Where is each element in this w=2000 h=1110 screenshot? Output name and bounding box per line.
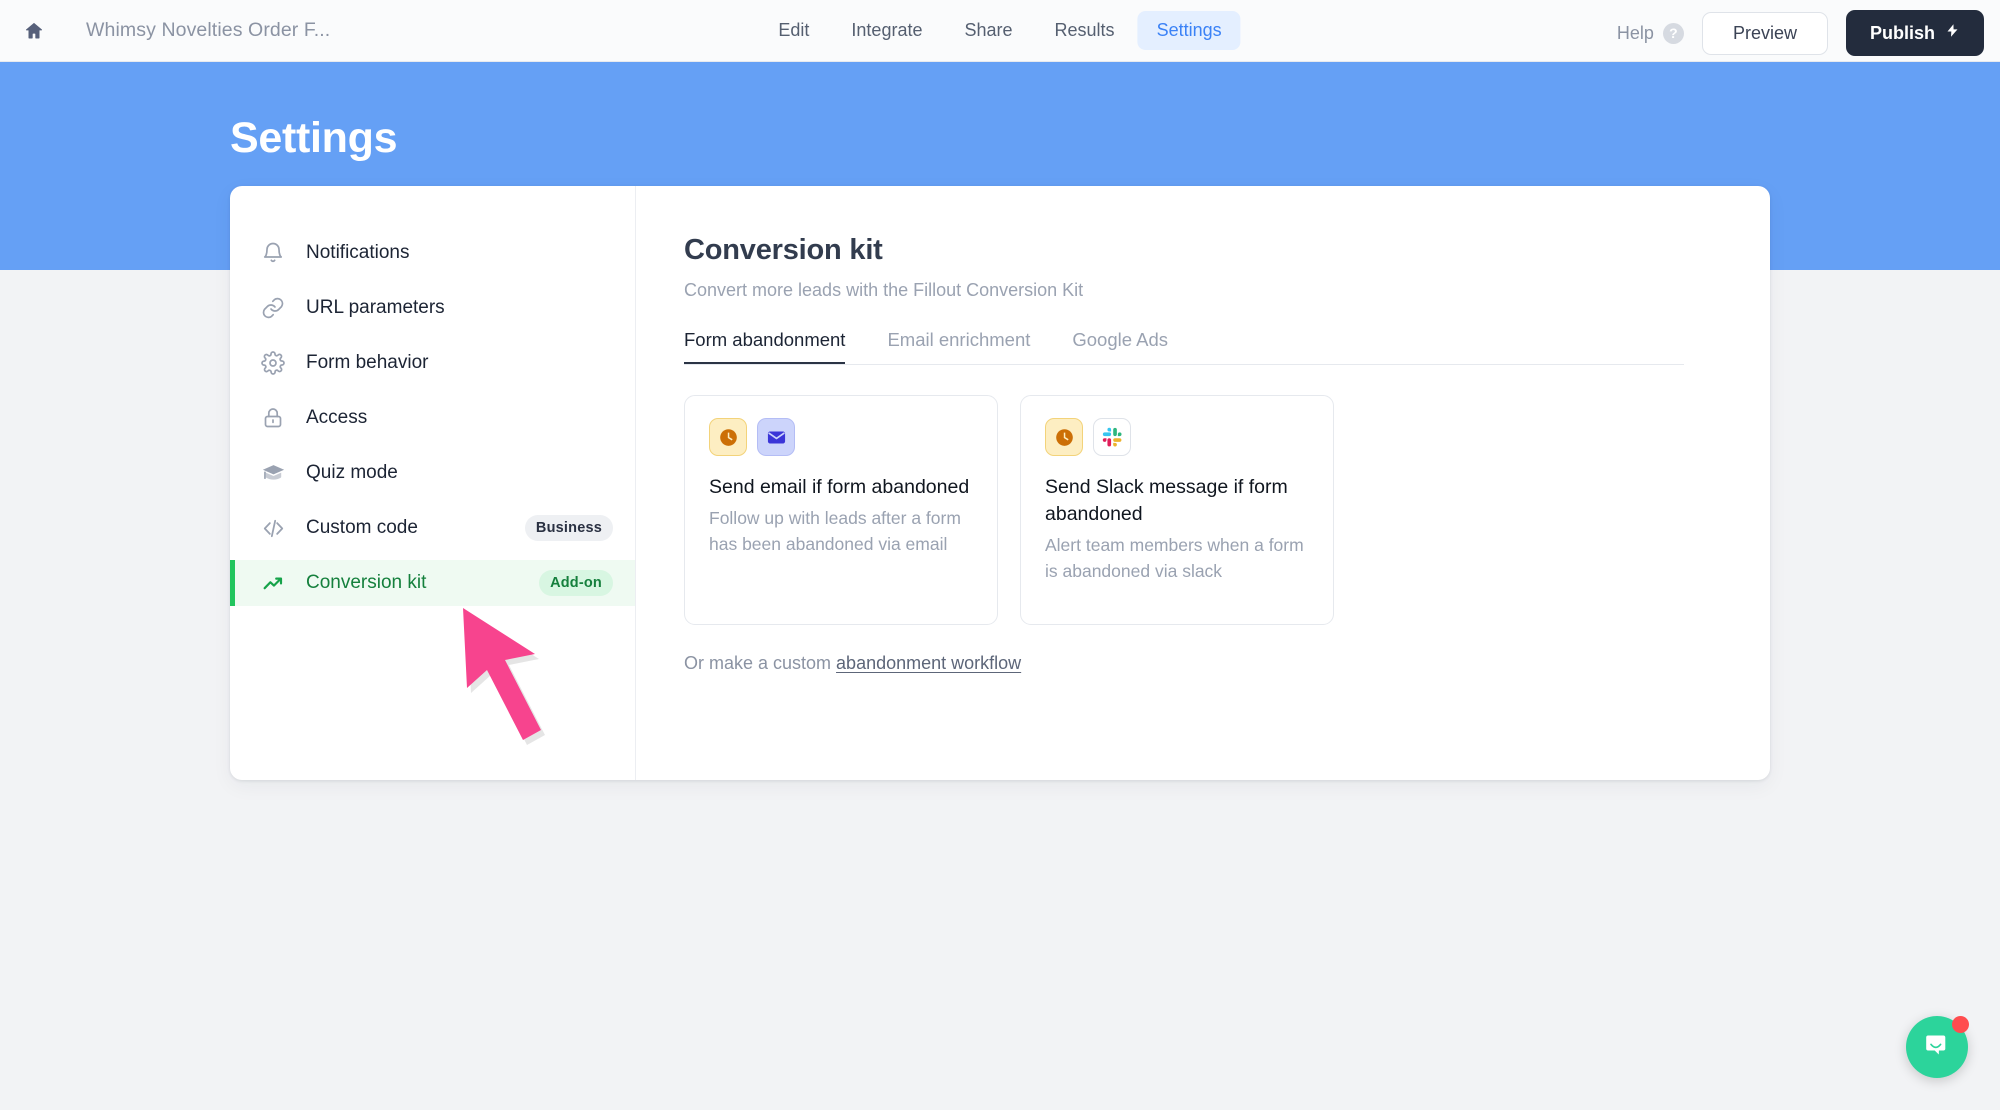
card-icon-group (1045, 418, 1309, 456)
publish-button[interactable]: Publish (1845, 10, 1984, 56)
top-bar-actions: Help ? Preview Publish (1617, 10, 1984, 56)
content-tabs: Form abandonment Email enrichment Google… (684, 329, 1684, 365)
clock-icon (709, 418, 747, 456)
custom-workflow-prefix: Or make a custom (684, 653, 837, 673)
bell-icon (258, 238, 288, 268)
intercom-launcher[interactable] (1906, 1016, 1969, 1078)
sidebar-item-label: Quiz mode (306, 462, 398, 483)
card-title: Send email if form abandoned (709, 476, 970, 498)
chat-bubble-icon (1923, 1031, 1951, 1064)
tab-results[interactable]: Results (1036, 11, 1134, 50)
custom-workflow-line: Or make a custom abandonment workflow (684, 653, 1710, 674)
link-icon (258, 293, 288, 323)
status-badge: Add-on (539, 570, 613, 596)
lock-icon (258, 403, 288, 433)
sidebar-item-label: URL parameters (306, 297, 445, 318)
page-title: Settings (230, 114, 398, 162)
template-card-send-email[interactable]: Send email if form abandoned Follow up w… (684, 395, 998, 625)
top-bar: Whimsy Novelties Order F... Edit Integra… (0, 0, 2000, 62)
sidebar-item-conversion-kit[interactable]: Conversion kit Add-on (230, 560, 635, 606)
content-subtitle: Convert more leads with the Fillout Conv… (684, 280, 1084, 300)
clock-icon (1045, 418, 1083, 456)
content-title: Conversion kit (684, 234, 883, 266)
sidebar-item-label: Notifications (306, 242, 410, 263)
sidebar-item-custom-code[interactable]: Custom code Business (230, 505, 635, 551)
sidebar-item-label: Conversion kit (306, 572, 427, 593)
card-title: Send Slack message if form abandoned (1045, 476, 1288, 525)
tab-form-abandonment[interactable]: Form abandonment (684, 329, 846, 364)
sidebar-item-access[interactable]: Access (230, 395, 635, 441)
sidebar-item-quiz-mode[interactable]: Quiz mode (230, 450, 635, 496)
lightning-bolt-icon (1945, 21, 1960, 45)
sidebar-item-label: Access (306, 407, 368, 428)
sidebar-item-label: Custom code (306, 517, 418, 538)
slack-icon (1093, 418, 1131, 456)
settings-sidebar: Notifications URL parameters Form behavi… (230, 186, 636, 780)
card-icon-group (709, 418, 973, 456)
publish-label: Publish (1869, 22, 1935, 43)
form-title[interactable]: Whimsy Novelties Order F... (86, 19, 330, 42)
abandonment-workflow-link[interactable]: abandonment workflow (836, 653, 1021, 673)
gear-icon (258, 348, 288, 378)
tab-integrate[interactable]: Integrate (832, 11, 941, 50)
sidebar-item-form-behavior[interactable]: Form behavior (230, 340, 635, 386)
help-button[interactable]: Help ? (1616, 22, 1684, 44)
home-icon (23, 20, 45, 42)
status-badge: Business (524, 515, 613, 541)
tab-google-ads[interactable]: Google Ads (1072, 329, 1168, 364)
graduation-cap-icon (258, 458, 288, 488)
card-description: Follow up with leads after a form has be… (709, 508, 961, 554)
main-nav: Edit Integrate Share Results Settings (759, 11, 1241, 50)
home-button[interactable] (14, 11, 54, 51)
tab-edit[interactable]: Edit (759, 11, 828, 50)
sidebar-item-label: Form behavior (306, 352, 429, 373)
preview-button[interactable]: Preview (1701, 11, 1828, 55)
help-label: Help (1616, 22, 1654, 43)
trending-up-icon (258, 568, 288, 598)
question-mark-icon: ? (1662, 22, 1684, 44)
settings-panel: Notifications URL parameters Form behavi… (230, 186, 1770, 780)
template-card-send-slack[interactable]: Send Slack message if form abandoned Ale… (1020, 395, 1334, 625)
code-brackets-icon (258, 513, 288, 543)
tab-email-enrichment[interactable]: Email enrichment (887, 329, 1030, 364)
tab-settings[interactable]: Settings (1137, 11, 1241, 50)
card-description: Alert team members when a form is abando… (1045, 535, 1304, 581)
envelope-icon (757, 418, 795, 456)
template-card-list: Send email if form abandoned Follow up w… (684, 395, 1710, 625)
notification-dot (1952, 1016, 1969, 1033)
settings-content: Conversion kit Convert more leads with t… (636, 186, 1770, 780)
sidebar-item-url-parameters[interactable]: URL parameters (230, 285, 635, 331)
tab-share[interactable]: Share (945, 11, 1031, 50)
sidebar-item-notifications[interactable]: Notifications (230, 230, 635, 276)
